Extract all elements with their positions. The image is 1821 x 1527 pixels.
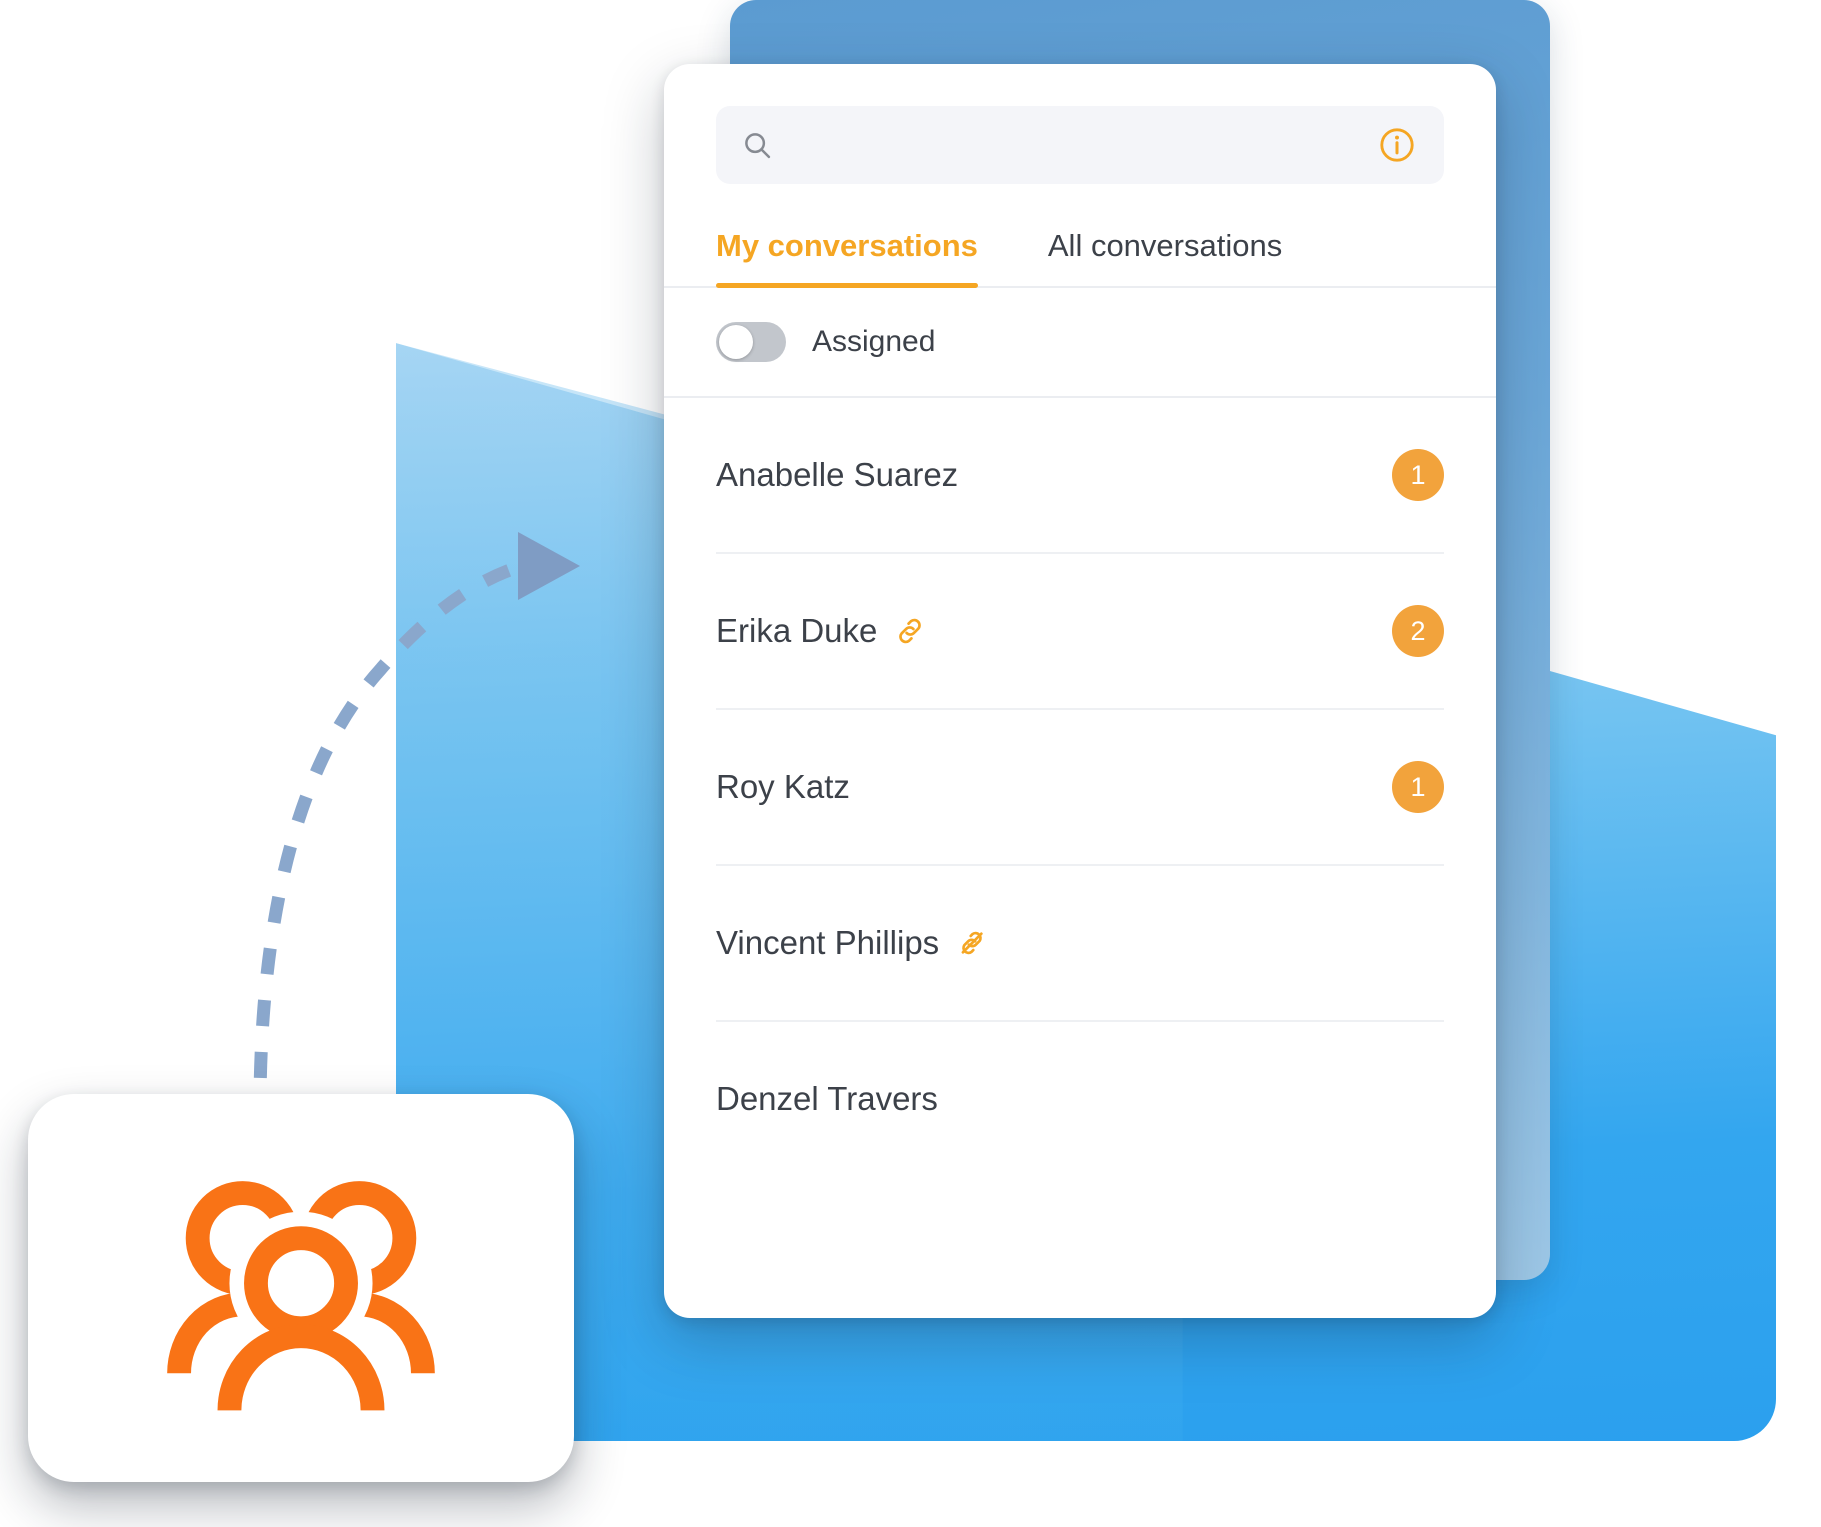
conversation-name-wrap: Denzel Travers (716, 1080, 1392, 1118)
list-item[interactable]: Vincent Phillips (716, 866, 1444, 1022)
list-item[interactable]: Anabelle Suarez 1 (716, 398, 1444, 554)
conversation-name: Erika Duke (716, 612, 878, 649)
conversation-name: Vincent Phillips (716, 924, 940, 961)
info-circle-icon[interactable] (1378, 126, 1416, 164)
assigned-toggle[interactable] (716, 322, 786, 362)
chain-link-icon (899, 618, 922, 644)
assigned-filter-row: Assigned (664, 288, 1496, 398)
screenshot-stage: My conversations All conversations Assig… (0, 0, 1821, 1527)
conversation-name: Anabelle Suarez (716, 456, 959, 493)
search-input[interactable] (786, 128, 1364, 162)
conversation-name-wrap: Roy Katz (716, 768, 1392, 806)
tab-all-conversations[interactable]: All conversations (1048, 228, 1282, 286)
conversation-name-wrap: Erika Duke (716, 612, 1392, 650)
status-badge: 1 (1392, 449, 1444, 501)
group-icon-tile[interactable] (28, 1094, 574, 1482)
status-badge: 1 (1392, 761, 1444, 813)
conversation-name-wrap: Vincent Phillips (716, 924, 1392, 962)
search-icon (745, 133, 771, 159)
conversation-tabs: My conversations All conversations (664, 228, 1496, 288)
list-item[interactable]: Erika Duke 2 (716, 554, 1444, 710)
broken-link-icon (961, 931, 983, 955)
assigned-toggle-knob (719, 325, 753, 359)
conversation-name: Roy Katz (716, 768, 850, 805)
search-section (664, 64, 1496, 184)
conversation-list: Anabelle Suarez 1 Erika Duke 2 Roy Katz (664, 398, 1496, 1318)
assigned-toggle-label: Assigned (812, 325, 936, 358)
list-item[interactable]: Denzel Travers (716, 1022, 1444, 1176)
status-badge: 2 (1392, 605, 1444, 657)
group-people-icon (167, 1180, 435, 1411)
conversation-name: Denzel Travers (716, 1080, 938, 1117)
list-item[interactable]: Roy Katz 1 (716, 710, 1444, 866)
tab-my-conversations[interactable]: My conversations (716, 228, 978, 288)
conversation-name-wrap: Anabelle Suarez (716, 456, 1392, 494)
conversations-card: My conversations All conversations Assig… (664, 64, 1496, 1318)
search-box[interactable] (716, 106, 1444, 184)
